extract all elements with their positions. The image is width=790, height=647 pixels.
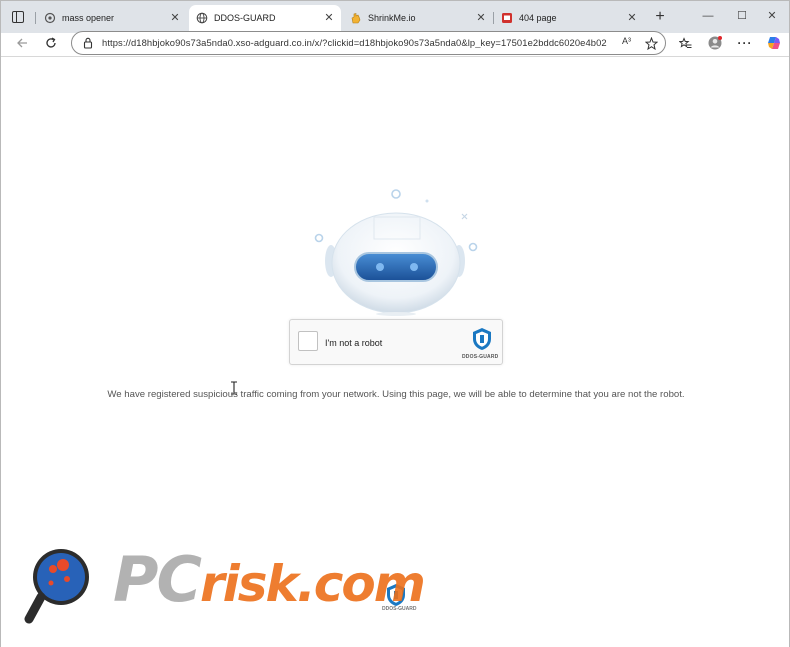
- tab-mass-opener[interactable]: mass opener ✕: [37, 5, 187, 31]
- avatar-icon: [708, 36, 722, 50]
- tab-separator: [35, 12, 36, 24]
- lock-icon: [83, 37, 93, 49]
- more-menu-button[interactable]: ···: [734, 33, 756, 53]
- tab-title: mass opener: [62, 13, 115, 23]
- arrow-left-icon: [17, 38, 27, 48]
- tab-shrinkme[interactable]: ShrinkMe.io ✕: [343, 5, 493, 31]
- close-icon[interactable]: ✕: [473, 10, 489, 26]
- new-tab-button[interactable]: +: [651, 8, 669, 26]
- tab-actions-icon: [12, 11, 24, 23]
- copilot-icon: [768, 37, 780, 49]
- favorites-button[interactable]: [674, 33, 696, 53]
- tab-title: ShrinkMe.io: [368, 13, 416, 23]
- favorite-star-icon[interactable]: [645, 37, 658, 50]
- window-close-button[interactable]: ✕: [755, 1, 789, 31]
- close-icon[interactable]: ✕: [321, 10, 337, 26]
- tab-title: 404 page: [519, 13, 557, 23]
- robot-illustration: [314, 189, 478, 316]
- read-aloud-icon[interactable]: A³: [622, 36, 631, 46]
- copilot-button[interactable]: [763, 33, 785, 53]
- browser-toolbar: https://d18hbjoko90s73a5nda0.xso-adguard…: [1, 31, 789, 55]
- shield-icon: [473, 328, 491, 350]
- gear-globe-icon: [44, 12, 56, 24]
- captcha-widget: I'm not a robot DDOS-GUARD: [289, 319, 503, 365]
- back-button[interactable]: [11, 33, 33, 53]
- warning-message: We have registered suspicious traffic co…: [107, 389, 685, 400]
- tab-ddos-guard[interactable]: DDOS-GUARD ✕: [189, 5, 341, 31]
- hand-icon: [351, 13, 361, 24]
- watermark-domain: risk.com: [199, 555, 426, 613]
- close-icon[interactable]: ✕: [624, 10, 640, 26]
- minimize-button[interactable]: —: [691, 1, 725, 31]
- tab-strip: mass opener ✕ DDOS-GUARD ✕ ShrinkMe.io ✕: [1, 1, 789, 33]
- tab-title: DDOS-GUARD: [214, 13, 276, 23]
- captcha-brand: DDOS-GUARD: [462, 354, 499, 360]
- magnifier-logo-icon: [24, 549, 89, 624]
- red-page-icon: [502, 13, 512, 23]
- refresh-button[interactable]: [40, 33, 62, 53]
- favorites-list-icon: [678, 37, 691, 48]
- captcha-label: I'm not a robot: [325, 338, 383, 348]
- not-robot-checkbox[interactable]: [298, 331, 318, 351]
- maximize-button[interactable]: ☐: [725, 1, 759, 31]
- browser-window: mass opener ✕ DDOS-GUARD ✕ ShrinkMe.io ✕: [0, 0, 790, 647]
- watermark-text: PCrisk.com: [113, 543, 426, 616]
- url-text[interactable]: https://d18hbjoko90s73a5nda0.xso-adguard…: [102, 37, 607, 48]
- profile-button[interactable]: [704, 33, 726, 53]
- globe-icon: [196, 12, 208, 24]
- refresh-icon: [46, 37, 56, 48]
- pcrisk-watermark: PCrisk.com: [23, 541, 473, 633]
- watermark-brand: PC: [113, 543, 202, 616]
- tab-404-page[interactable]: 404 page ✕: [494, 5, 644, 31]
- tab-actions-button[interactable]: [7, 7, 29, 27]
- close-icon[interactable]: ✕: [167, 10, 183, 26]
- address-bar[interactable]: https://d18hbjoko90s73a5nda0.xso-adguard…: [71, 31, 666, 55]
- ellipsis-icon: ···: [737, 36, 753, 50]
